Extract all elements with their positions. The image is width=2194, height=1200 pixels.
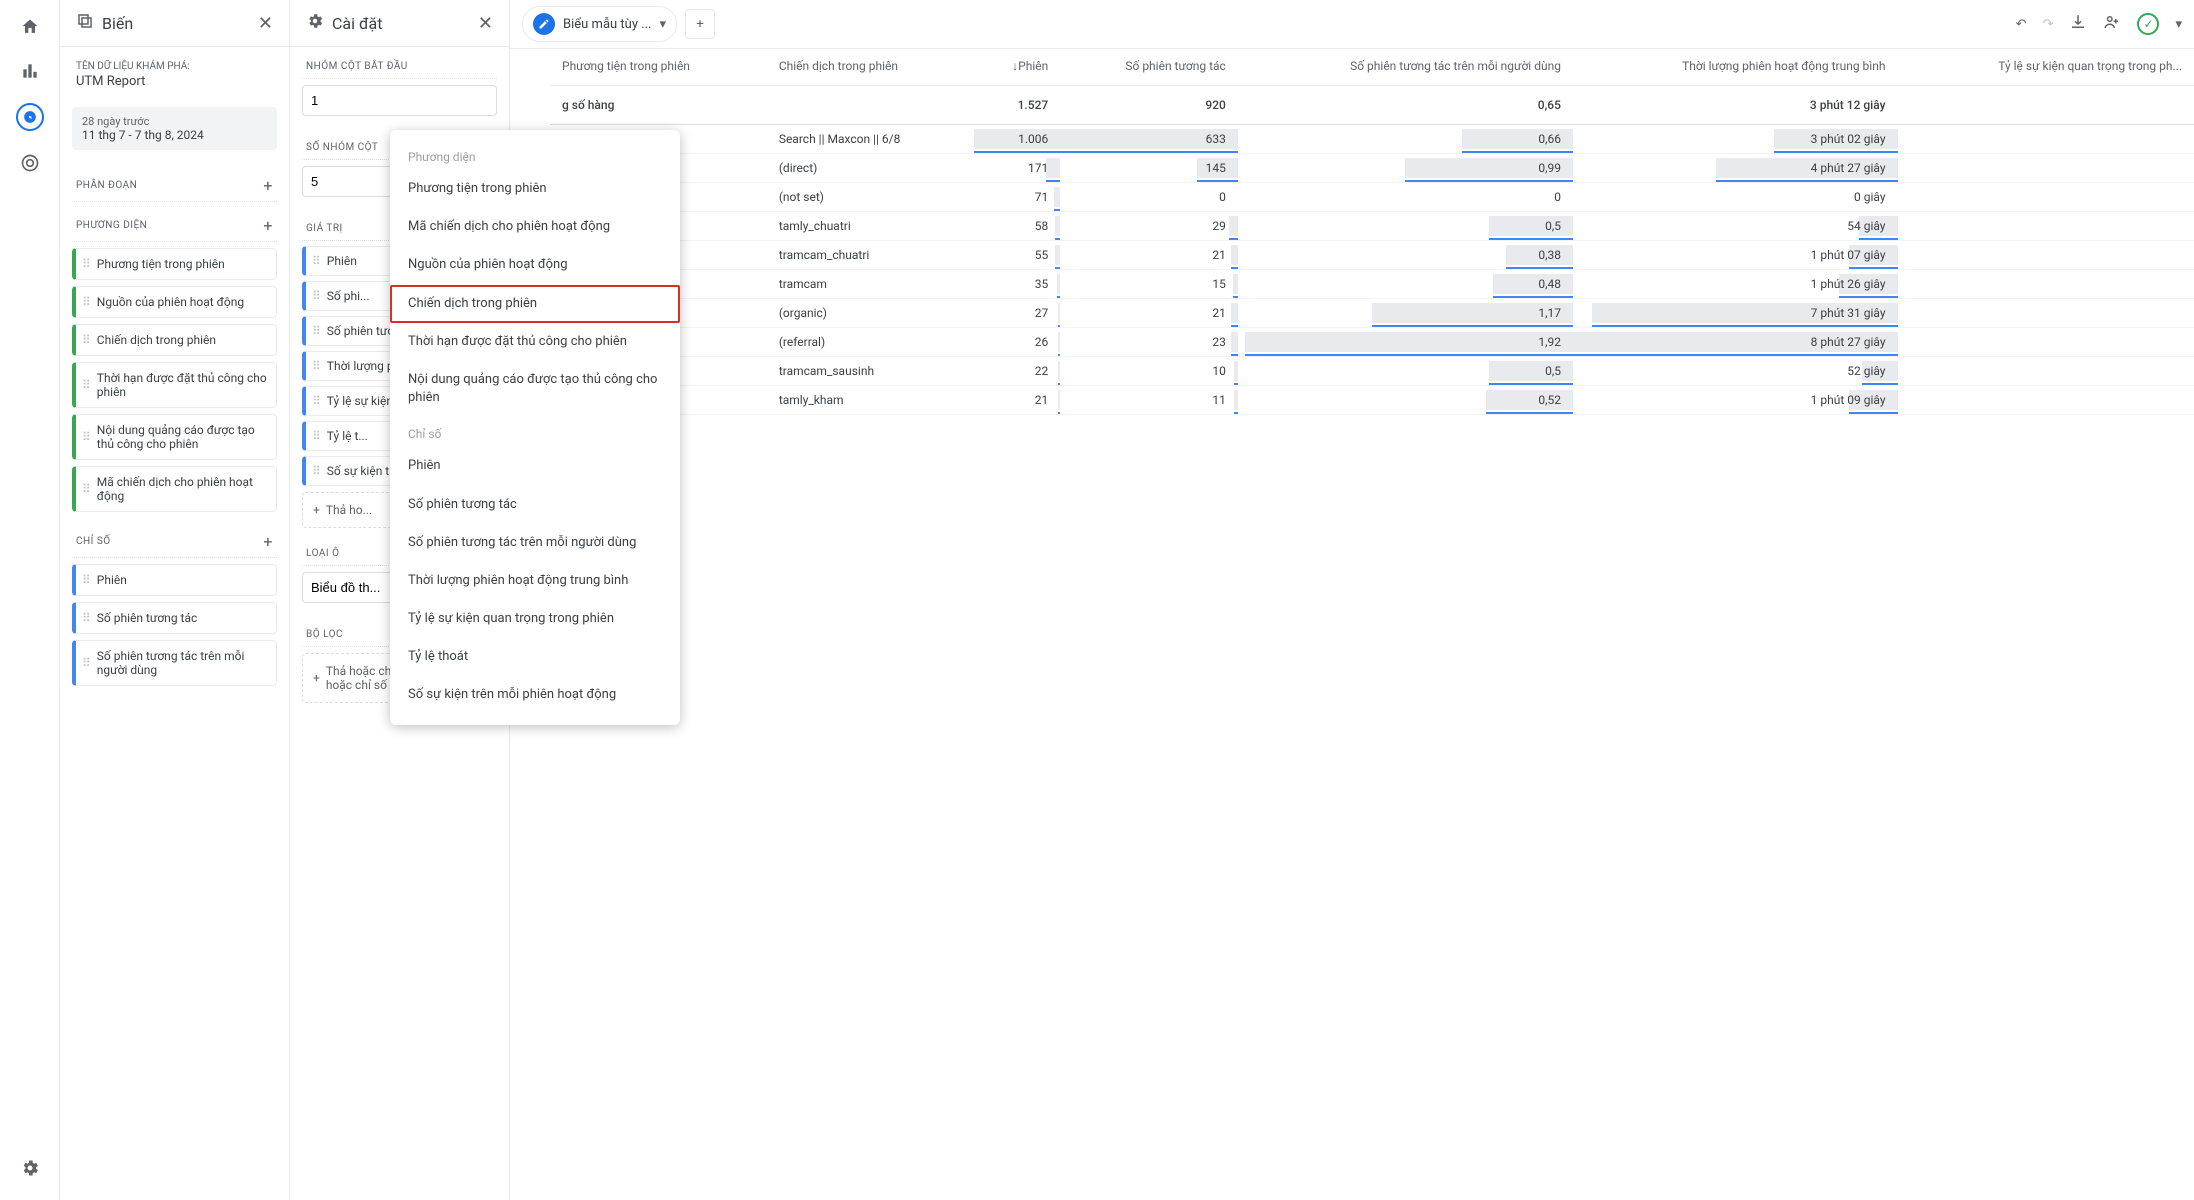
dropdown-group-dimensions: Phương diện: [390, 140, 680, 170]
add-metric-icon[interactable]: +: [263, 532, 273, 551]
data-table: Phương tiện trong phiên Chiến dịch trong…: [550, 49, 2194, 415]
settings-icon[interactable]: [18, 1156, 42, 1180]
status-check-icon[interactable]: ✓: [2137, 13, 2159, 35]
main-area: Biểu mẫu tùy ... ▾ + ↶ ↷ ✓ ▾ Phương tiện…: [510, 0, 2194, 1200]
col-header-per-user[interactable]: Số phiên tương tác trên mỗi người dùng: [1238, 49, 1573, 85]
table-row[interactable]: ne) (direct) 171 145 0,99 4 phút 27 giây: [550, 153, 2194, 182]
drag-grip-icon: ⠿: [312, 360, 321, 372]
table-row[interactable]: tramcam_chuatri 55 21 0,38 1 phút 07 giâ…: [550, 240, 2194, 269]
drag-grip-icon: ⠿: [82, 483, 91, 495]
left-nav: [0, 0, 60, 1200]
table-row[interactable]: tamly_chuatri 58 29 0,5 54 giây: [550, 211, 2194, 240]
download-icon[interactable]: [2069, 13, 2087, 35]
totals-row: g số hàng 1.527 920 0,65 3 phút 12 giây: [550, 85, 2194, 124]
dropdown-item[interactable]: Phiên: [390, 447, 680, 485]
exploration-name: UTM Report: [72, 74, 277, 99]
col-header-key-event[interactable]: Tỷ lệ sự kiện quan trọng trong ph...: [1898, 49, 2194, 85]
chevron-down-icon: ▾: [660, 17, 667, 32]
metric-chip[interactable]: ⠿Phiên: [72, 564, 277, 596]
settings-panel: Cài đặt ✕ NHÓM CỘT BẮT ĐẦU SỐ NHÓM CỘT G…: [290, 0, 510, 1200]
table-row[interactable]: (not set) 71 0 0 0 giây: [550, 182, 2194, 211]
dimensions-label: PHƯƠNG DIỆN+: [72, 202, 277, 242]
dropdown-item[interactable]: Số sự kiện trên mỗi phiên hoạt động: [390, 676, 680, 714]
drag-grip-icon: ⠿: [82, 379, 91, 391]
drag-grip-icon: ⠿: [312, 325, 321, 337]
dropdown-item[interactable]: Tỷ lệ sự kiện quan trọng trong phiên: [390, 600, 680, 638]
metric-chip[interactable]: ⠿Số phiên tương tác: [72, 602, 277, 634]
date-range-picker[interactable]: 28 ngày trước 11 thg 7 - 7 thg 8, 2024: [72, 107, 277, 150]
settings-title: Cài đặt: [332, 14, 470, 33]
layers-icon: [76, 12, 94, 34]
dropdown-item[interactable]: Mã chiến dịch cho phiên hoạt động: [390, 208, 680, 246]
drag-grip-icon: ⠿: [312, 395, 321, 407]
add-segment-icon[interactable]: +: [263, 176, 273, 195]
metric-chip[interactable]: ⠿Số phiên tương tác trên mỗi người dùng: [72, 640, 277, 686]
drag-grip-icon: ⠿: [82, 574, 91, 586]
home-icon[interactable]: [18, 15, 42, 39]
dropdown-item[interactable]: Số phiên tương tác trên mỗi người dùng: [390, 524, 680, 562]
dropdown-item[interactable]: Số phiên tương tác: [390, 486, 680, 524]
reports-icon[interactable]: [18, 59, 42, 83]
drag-grip-icon: ⠿: [82, 258, 91, 270]
tab-active[interactable]: Biểu mẫu tùy ... ▾: [522, 6, 677, 42]
table-row[interactable]: tamly_kham 21 11 0,52 1 phút 09 giây: [550, 385, 2194, 414]
close-settings-icon[interactable]: ✕: [478, 13, 493, 34]
dimension-chip[interactable]: ⠿Nguồn của phiên hoạt động: [72, 286, 277, 318]
drag-grip-icon: ⠿: [312, 430, 321, 442]
chevron-down-icon[interactable]: ▾: [2175, 17, 2182, 32]
variables-panel: Biến ✕ TÊN DỮ LIỆU KHÁM PHÁ: UTM Report …: [60, 0, 290, 1200]
table-row[interactable]: Search || Maxcon || 6/8 1.006 633 0,66 3…: [550, 124, 2194, 153]
advertising-icon[interactable]: [18, 151, 42, 175]
gear-icon: [306, 12, 324, 34]
close-variables-icon[interactable]: ✕: [258, 13, 273, 34]
segments-label: PHÂN ĐOẠN+: [72, 162, 277, 202]
redo-icon[interactable]: ↷: [2043, 17, 2054, 32]
col-header-media[interactable]: Phương tiện trong phiên: [550, 49, 767, 85]
undo-icon[interactable]: ↶: [2016, 17, 2027, 32]
share-icon[interactable]: [2103, 13, 2121, 35]
dimension-metric-dropdown: Phương diện Phương tiện trong phiênMã ch…: [390, 130, 680, 725]
pencil-icon: [533, 13, 555, 35]
drag-grip-icon: ⠿: [82, 334, 91, 346]
dimension-chip[interactable]: ⠿Chiến dịch trong phiên: [72, 324, 277, 356]
exploration-name-label: TÊN DỮ LIỆU KHÁM PHÁ:: [72, 47, 277, 74]
data-table-wrap[interactable]: Phương tiện trong phiên Chiến dịch trong…: [510, 49, 2194, 1200]
drag-grip-icon: ⠿: [82, 296, 91, 308]
start-col-input[interactable]: [302, 85, 497, 116]
add-tab-button[interactable]: +: [685, 9, 715, 39]
drag-grip-icon: ⠿: [312, 465, 321, 477]
dimension-chip[interactable]: ⠿Mã chiến dịch cho phiên hoạt động: [72, 466, 277, 512]
table-row[interactable]: anic (organic) 27 21 1,17 7 phút 31 giây: [550, 298, 2194, 327]
table-row[interactable]: tramcam 35 15 0,48 1 phút 26 giây: [550, 269, 2194, 298]
col-header-duration[interactable]: Thời lượng phiên hoạt động trung bình: [1573, 49, 1898, 85]
dimension-chip[interactable]: ⠿Phương tiện trong phiên: [72, 248, 277, 280]
dropdown-item[interactable]: Nguồn của phiên hoạt động: [390, 246, 680, 284]
drag-grip-icon: ⠿: [82, 431, 91, 443]
dimension-chip[interactable]: ⠿Nội dung quảng cáo được tạo thủ công ch…: [72, 414, 277, 460]
dimension-chip[interactable]: ⠿Thời hạn được đặt thủ công cho phiên: [72, 362, 277, 408]
explore-icon[interactable]: [16, 103, 44, 131]
col-header-sessions[interactable]: ↓Phiên: [974, 49, 1060, 85]
variables-title: Biến: [102, 14, 250, 33]
dropdown-item[interactable]: Thời lượng phiên hoạt động trung bình: [390, 562, 680, 600]
start-col-label: NHÓM CỘT BẮT ĐẦU: [302, 47, 497, 79]
dropdown-item[interactable]: Chiến dịch trong phiên: [390, 285, 680, 323]
drag-grip-icon: ⠿: [312, 290, 321, 302]
dropdown-item[interactable]: Phương tiện trong phiên: [390, 170, 680, 208]
drag-grip-icon: ⠿: [82, 657, 91, 669]
table-row[interactable]: tramcam_sausinh 22 10 0,5 52 giây: [550, 356, 2194, 385]
drag-grip-icon: ⠿: [312, 255, 321, 267]
metrics-label: CHỈ SỐ+: [72, 518, 277, 558]
table-row[interactable]: rral (referral) 26 23 1,92 8 phút 27 giâ…: [550, 327, 2194, 356]
tab-bar: Biểu mẫu tùy ... ▾ + ↶ ↷ ✓ ▾: [510, 0, 2194, 49]
dropdown-item[interactable]: Thời hạn được đặt thủ công cho phiên: [390, 323, 680, 361]
add-dimension-icon[interactable]: +: [263, 216, 273, 235]
dropdown-item[interactable]: Nội dung quảng cáo được tạo thủ công cho…: [390, 361, 680, 417]
drag-grip-icon: ⠿: [82, 612, 91, 624]
col-header-engaged[interactable]: Số phiên tương tác: [1060, 49, 1238, 85]
dropdown-item[interactable]: Tỷ lệ thoát: [390, 638, 680, 676]
dropdown-group-metrics: Chỉ số: [390, 417, 680, 447]
col-header-campaign[interactable]: Chiến dịch trong phiên: [767, 49, 975, 85]
